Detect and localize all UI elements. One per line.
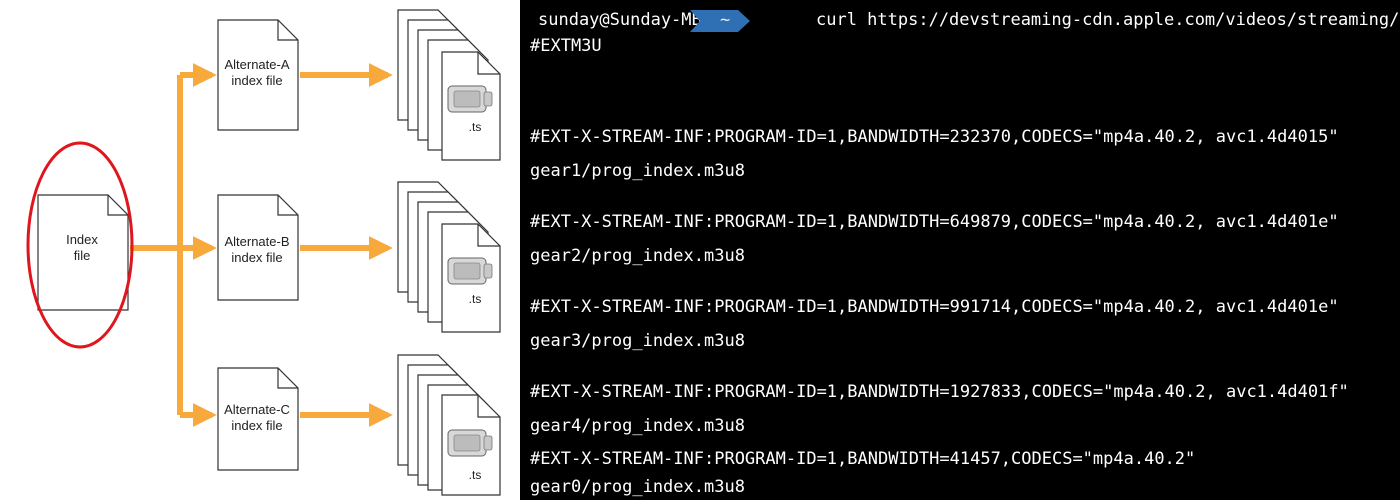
segment-stack-b (397, 181, 501, 333)
output-line-stream-inf-2: #EXT-X-STREAM-INF:PROGRAM-ID=1,BANDWIDTH… (530, 212, 1339, 232)
terminal-prompt: sunday@Sunday-MBP ~ curl https://devstre… (520, 5, 1400, 35)
prompt-user: sunday@Sunday-MBP (538, 10, 712, 30)
segment-a-label: .ts (468, 120, 482, 134)
output-line-uri-1: gear1/prog_index.m3u8 (530, 161, 745, 181)
alternate-a-label: Alternate-A index file (224, 57, 290, 88)
hls-index-diagram: Index file Alternate-A index file Altern… (0, 0, 520, 500)
output-line-uri-3: gear3/prog_index.m3u8 (530, 331, 745, 351)
segment-b-label: .ts (468, 292, 482, 306)
output-line-stream-inf-1: #EXT-X-STREAM-INF:PROGRAM-ID=1,BANDWIDTH… (530, 127, 1339, 147)
terminal-command[interactable]: curl https://devstreaming-cdn.apple.com/… (816, 9, 1400, 31)
output-line-uri-2: gear2/prog_index.m3u8 (530, 246, 745, 266)
segment-stack-a (397, 9, 501, 161)
output-line-uri-4: gear4/prog_index.m3u8 (530, 416, 745, 436)
video-camera-icon-b (447, 257, 493, 285)
video-camera-icon-c (447, 429, 493, 457)
index-file-label: Index file (66, 232, 98, 263)
output-line-stream-inf-3: #EXT-X-STREAM-INF:PROGRAM-ID=1,BANDWIDTH… (530, 297, 1339, 317)
output-line-uri-5: gear0/prog_index.m3u8 (530, 477, 745, 497)
output-line-stream-inf-5: #EXT-X-STREAM-INF:PROGRAM-ID=1,BANDWIDTH… (530, 449, 1196, 469)
output-line-stream-inf-4: #EXT-X-STREAM-INF:PROGRAM-ID=1,BANDWIDTH… (530, 382, 1349, 402)
video-camera-icon-a (447, 85, 493, 113)
alternate-b-label: Alternate-B index file (224, 234, 290, 265)
alternate-c-label: Alternate-C index file (224, 402, 290, 433)
terminal-window[interactable]: sunday@Sunday-MBP ~ curl https://devstre… (520, 0, 1400, 500)
segment-c-label: .ts (468, 468, 482, 482)
prompt-directory: ~ (720, 10, 731, 30)
output-line-extm3u: #EXTM3U (530, 36, 602, 56)
